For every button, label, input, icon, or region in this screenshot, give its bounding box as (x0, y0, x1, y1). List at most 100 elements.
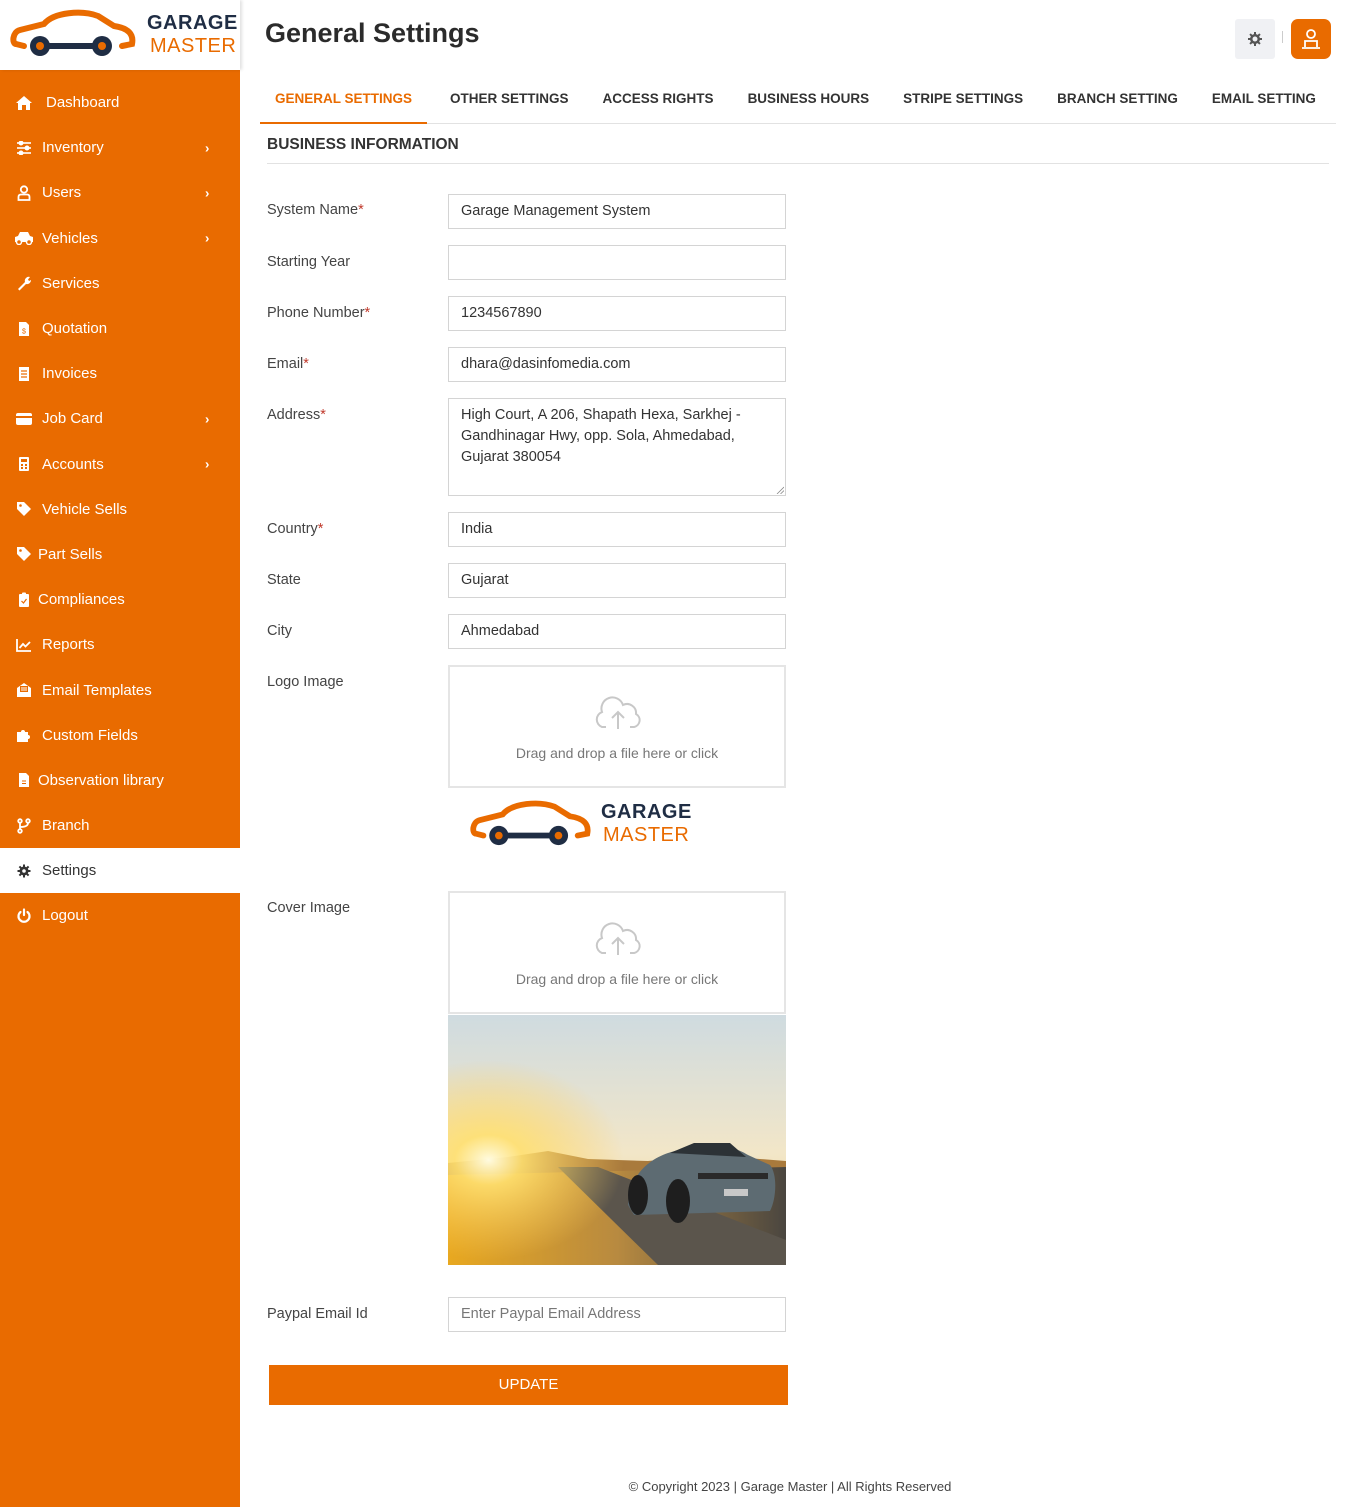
address-textarea[interactable]: High Court, A 206, Shapath Hexa, Sarkhej… (448, 398, 786, 496)
sidebar-item-part-sells[interactable]: Part Sells (0, 532, 240, 577)
system-name-label: System Name* (267, 202, 364, 218)
tab-business-hours[interactable]: BUSINESS HOURS (733, 80, 885, 124)
car-wrench-logo-icon (470, 800, 591, 846)
sidebar-item-label: Services (42, 274, 100, 292)
sliders-icon (14, 139, 34, 157)
tab-email-setting[interactable]: EMAIL SETTING (1197, 80, 1331, 124)
sidebar-item-label: Part Sells (38, 545, 103, 563)
address-value: High Court, A 206, Shapath Hexa, Sarkhej… (461, 407, 741, 465)
wrench-icon (14, 274, 34, 292)
tag-icon (14, 545, 34, 563)
calculator-icon (14, 455, 34, 473)
sidebar-item-branch[interactable]: Branch (0, 803, 240, 848)
settings-button[interactable] (1235, 19, 1275, 59)
logo-image-label: Logo Image (267, 674, 344, 690)
email-label: Email* (267, 356, 309, 372)
section-title: BUSINESS INFORMATION (267, 136, 459, 153)
brand-line1: GARAGE (147, 12, 238, 34)
country-input[interactable]: India (448, 512, 786, 547)
update-button[interactable]: UPDATE (269, 1365, 788, 1405)
sidebar-nav: Dashboard Inventory › Users › Vehicles ›… (0, 80, 240, 939)
tab-access-rights[interactable]: ACCESS RIGHTS (588, 80, 729, 124)
sidebar-item-label: Vehicle Sells (42, 500, 128, 518)
car-wrench-logo-icon (10, 9, 136, 56)
header-divider (1282, 31, 1283, 43)
envelope-open-icon (14, 681, 34, 699)
sidebar-item-label: Inventory (42, 139, 104, 157)
paypal-email-label: Paypal Email Id (267, 1306, 368, 1322)
tab-general-settings[interactable]: GENERAL SETTINGS (260, 80, 428, 124)
sidebar-item-services[interactable]: Services (0, 261, 240, 306)
sidebar-item-settings[interactable]: Settings (0, 848, 240, 894)
sidebar-item-label: Branch (42, 817, 90, 835)
sidebar-item-dashboard[interactable]: Dashboard (0, 80, 240, 125)
state-input[interactable]: Gujarat (448, 563, 786, 598)
paypal-email-input[interactable]: Enter Paypal Email Address (448, 1297, 786, 1332)
tab-other-settings[interactable]: OTHER SETTINGS (435, 80, 584, 124)
sidebar-item-invoices[interactable]: Invoices (0, 351, 240, 396)
sidebar-item-label: Invoices (42, 365, 98, 383)
sidebar-item-logout[interactable]: Logout (0, 893, 240, 938)
logo-image-preview: GARAGE MASTER (470, 796, 700, 856)
country-label: Country* (267, 521, 324, 537)
sidebar-item-quotation[interactable]: $ Quotation (0, 306, 240, 351)
receipt-icon (14, 365, 34, 383)
invoice-dollar-icon: $ (14, 320, 34, 338)
code-branch-icon (14, 817, 34, 835)
resize-handle-icon[interactable] (776, 486, 784, 494)
svg-text:$: $ (22, 328, 26, 335)
cloud-upload-icon (595, 696, 641, 729)
power-icon (14, 907, 34, 925)
brand-logo[interactable]: GARAGE MASTER (0, 0, 240, 70)
chevron-right-icon: › (205, 140, 210, 156)
home-icon (14, 94, 34, 112)
page-title: General Settings (265, 18, 480, 48)
user-profile-button[interactable] (1291, 19, 1331, 59)
sidebar-item-inventory[interactable]: Inventory › (0, 125, 240, 170)
cover-image-label: Cover Image (267, 900, 351, 916)
sidebar-item-label: Accounts (42, 455, 104, 473)
state-label: State (267, 572, 301, 588)
sidebar-item-custom-fields[interactable]: Custom Fields (0, 713, 240, 758)
clipboard-check-icon (14, 591, 34, 609)
city-input[interactable]: Ahmedabad (448, 614, 786, 649)
sidebar-item-accounts[interactable]: Accounts › (0, 442, 240, 487)
sidebar-item-label: Dashboard (46, 94, 120, 112)
sidebar-item-email-templates[interactable]: Email Templates (0, 667, 240, 712)
settings-tabs: GENERAL SETTINGS OTHER SETTINGS ACCESS R… (260, 80, 1336, 124)
sidebar-item-vehicles[interactable]: Vehicles › (0, 216, 240, 261)
sidebar-item-compliances[interactable]: Compliances (0, 577, 240, 622)
sidebar-item-reports[interactable]: Reports (0, 622, 240, 667)
sidebar-item-label: Observation library (38, 771, 164, 789)
puzzle-icon (14, 726, 34, 744)
phone-number-input[interactable]: 1234567890 (448, 296, 786, 331)
starting-year-input[interactable] (448, 245, 786, 280)
tab-branch-setting[interactable]: BRANCH SETTING (1042, 80, 1193, 124)
cloud-upload-icon (595, 922, 641, 955)
chevron-right-icon: › (205, 185, 210, 201)
sidebar-item-label: Logout (42, 907, 88, 925)
sidebar-item-label: Reports (42, 636, 95, 654)
city-label: City (267, 623, 292, 639)
sidebar-item-users[interactable]: Users › (0, 170, 240, 215)
sidebar-item-label: Job Card (42, 410, 103, 428)
gear-icon (1248, 32, 1262, 46)
email-input[interactable]: dhara@dasinfomedia.com (448, 347, 786, 382)
system-name-input[interactable]: Garage Management System (448, 194, 786, 229)
section-divider (267, 163, 1329, 164)
sidebar-item-label: Quotation (42, 320, 108, 338)
chevron-right-icon: › (205, 456, 210, 472)
tab-stripe-settings[interactable]: STRIPE SETTINGS (888, 80, 1038, 124)
user-icon (14, 184, 34, 202)
logo-preview-line2: MASTER (603, 824, 690, 846)
logo-preview-line1: GARAGE (601, 801, 692, 823)
sidebar-item-job-card[interactable]: Job Card › (0, 396, 240, 441)
sidebar-item-observation-library[interactable]: Observation library (0, 758, 240, 803)
logo-image-dropzone[interactable]: Drag and drop a file here or click (448, 665, 786, 788)
dropzone-text: Drag and drop a file here or click (515, 971, 719, 987)
sidebar-item-label: Settings (42, 862, 97, 880)
footer-copyright: © Copyright 2023 | Garage Master | All R… (628, 1479, 952, 1494)
sidebar-item-vehicle-sells[interactable]: Vehicle Sells (0, 487, 240, 532)
sidebar-item-label: Users (42, 184, 82, 202)
cover-image-dropzone[interactable]: Drag and drop a file here or click (448, 891, 786, 1014)
